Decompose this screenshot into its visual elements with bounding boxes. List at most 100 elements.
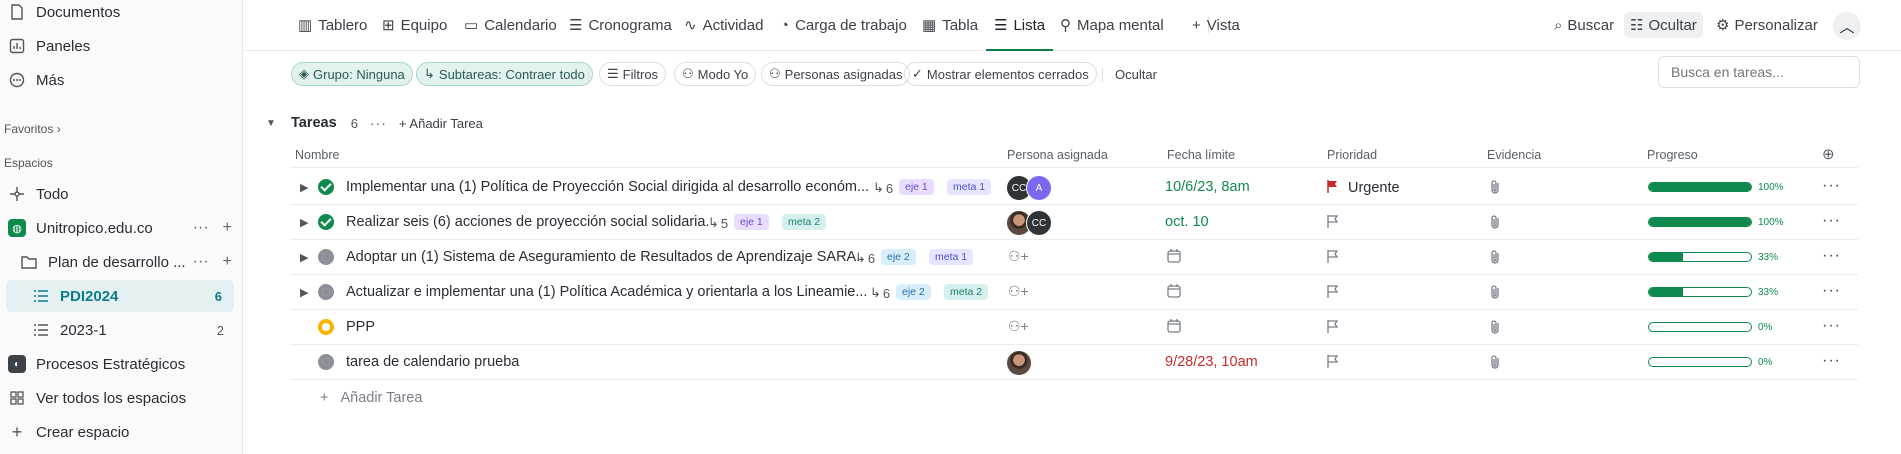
filters-button[interactable]: ☰ Filtros	[599, 62, 667, 86]
tab-table[interactable]: ▦ Tabla	[922, 0, 978, 50]
show-closed-button[interactable]: ✓ Mostrar elementos cerrados	[904, 62, 1097, 86]
tab-list[interactable]: ☰ Lista	[985, 0, 1054, 51]
row-more-icon[interactable]: ···	[1822, 352, 1841, 370]
collapse-header-button[interactable]: ︿	[1833, 12, 1861, 40]
sidebar-item-create-space[interactable]: + Crear espacio	[0, 416, 242, 448]
favorites-header[interactable]: Favoritos ›	[4, 122, 61, 136]
add-assignee-icon[interactable]: ⚇+	[1008, 318, 1029, 335]
sidebar-item-more[interactable]: Más	[0, 64, 242, 96]
subtask-count[interactable]: ↳ 6	[873, 180, 893, 196]
sidebar-item-pdi2024[interactable]: PDI2024 6	[6, 280, 234, 312]
task-name[interactable]: Realizar seis (6) acciones de proyección…	[346, 214, 709, 230]
sidebar-item-2023-1[interactable]: 2023-1 2	[0, 314, 236, 346]
subtask-count[interactable]: ↳ 6	[870, 285, 890, 301]
sidebar-item-folder[interactable]: Plan de desarrollo ... ··· +	[0, 246, 242, 278]
tag-badge[interactable]: meta 1	[947, 179, 992, 195]
subtasks-chip[interactable]: ↳ Subtareas: Contraer todo	[416, 62, 593, 86]
tag-badge[interactable]: eje 1	[734, 214, 769, 230]
row-more-icon[interactable]: ···	[1822, 282, 1841, 300]
tag-badge[interactable]: meta 2	[944, 284, 989, 300]
status-icon[interactable]	[318, 249, 334, 265]
tab-activity[interactable]: ∿ Actividad	[684, 0, 763, 50]
tag-badge[interactable]: eje 2	[881, 249, 916, 265]
table-row[interactable]: ▶ Realizar seis (6) acciones de proyecció…	[290, 205, 1858, 240]
sidebar-item-dashboards[interactable]: Paneles	[0, 30, 242, 62]
avatar[interactable]	[1006, 350, 1032, 376]
tag-badge[interactable]: meta 1	[929, 249, 974, 265]
tab-gantt[interactable]: ☰ Cronograma	[569, 0, 672, 50]
group-caret[interactable]: ▼	[266, 118, 276, 129]
col-header-assignee[interactable]: Persona asignada	[1007, 148, 1108, 162]
task-name[interactable]: Implementar una (1) Política de Proyecci…	[346, 179, 869, 195]
add-task-button[interactable]: + Añadir Tarea	[320, 390, 422, 406]
hide-filter-button[interactable]: Ocultar	[1108, 62, 1164, 86]
col-header-priority[interactable]: Prioridad	[1327, 148, 1377, 162]
expand-caret-icon[interactable]: ▶	[300, 251, 308, 264]
sidebar-item-view-all[interactable]: Ver todos los espacios	[0, 382, 242, 414]
add-column-icon[interactable]: ⊕	[1822, 145, 1835, 163]
due-date[interactable]: 9/28/23, 10am	[1165, 354, 1258, 370]
tag-badge[interactable]: meta 2	[782, 214, 827, 230]
more-dots-icon[interactable]: ···	[370, 115, 387, 131]
priority-flag-icon[interactable]	[1326, 214, 1340, 228]
more-dots-icon[interactable]: ···	[193, 219, 209, 237]
task-name[interactable]: tarea de calendario prueba	[346, 354, 519, 370]
col-header-progress[interactable]: Progreso	[1647, 148, 1698, 162]
table-row[interactable]: tarea de calendario prueba 9/28/23, 10am 0…	[290, 345, 1858, 380]
tag-badge[interactable]: eje 1	[899, 179, 934, 195]
assignees-button[interactable]: ⚇ Personas asignadas	[761, 62, 911, 86]
attachment-icon[interactable]	[1489, 354, 1503, 374]
status-icon[interactable]	[318, 179, 334, 195]
status-icon[interactable]	[318, 319, 334, 335]
customize-button[interactable]: ⚙ Personalizar	[1710, 12, 1824, 38]
avatar[interactable]: CC	[1026, 210, 1052, 236]
plus-icon[interactable]: +	[223, 253, 232, 271]
due-date[interactable]: oct. 10	[1165, 214, 1209, 230]
table-row[interactable]: PPP ⚇+ 0% ···	[290, 310, 1858, 345]
more-dots-icon[interactable]: ···	[193, 253, 209, 271]
calendar-add-icon[interactable]	[1166, 318, 1182, 338]
task-name[interactable]: PPP	[346, 319, 375, 335]
priority-flag-icon[interactable]	[1326, 249, 1340, 263]
sidebar-item-workspace[interactable]: ◍ Unitropico.edu.co ··· +	[0, 212, 242, 244]
me-mode-button[interactable]: ⚇ Modo Yo	[674, 62, 757, 86]
group-add-task-button[interactable]: + Añadir Tarea	[399, 116, 483, 131]
task-search-input[interactable]	[1658, 56, 1860, 88]
tab-workload[interactable]: ◔ Carga de trabajo	[780, 0, 907, 50]
subtask-count[interactable]: ↳ 6	[855, 250, 875, 266]
expand-caret-icon[interactable]: ▶	[300, 286, 308, 299]
group-chip[interactable]: ◈ Grupo: Ninguna	[291, 62, 413, 86]
priority-flag-icon[interactable]	[1326, 354, 1340, 368]
row-more-icon[interactable]: ···	[1822, 247, 1841, 265]
subtask-count[interactable]: ↳ 5	[708, 215, 728, 231]
col-header-due[interactable]: Fecha límite	[1167, 148, 1235, 162]
row-more-icon[interactable]: ···	[1822, 177, 1841, 195]
add-view-button[interactable]: + Vista	[1192, 0, 1240, 50]
table-row[interactable]: ▶ Adoptar un (1) Sistema de Aseguramiento…	[290, 240, 1858, 275]
status-icon[interactable]	[318, 214, 334, 230]
status-icon[interactable]	[318, 354, 334, 370]
attachment-icon[interactable]	[1489, 249, 1503, 269]
add-assignee-icon[interactable]: ⚇+	[1008, 283, 1029, 300]
task-name[interactable]: Adoptar un (1) Sistema de Aseguramiento …	[346, 249, 860, 265]
due-date[interactable]: 10/6/23, 8am	[1165, 179, 1250, 195]
tag-badge[interactable]: eje 2	[896, 284, 931, 300]
search-button[interactable]: ⌕ Buscar	[1548, 12, 1620, 38]
priority-flag-icon[interactable]	[1326, 319, 1340, 333]
col-header-name[interactable]: Nombre	[295, 148, 339, 162]
tab-mind-map[interactable]: ⚲ Mapa mental	[1060, 0, 1164, 50]
hide-button[interactable]: ☷ Ocultar	[1624, 12, 1703, 38]
calendar-add-icon[interactable]	[1166, 248, 1182, 268]
sidebar-item-documents[interactable]: Documentos	[0, 0, 242, 28]
avatar[interactable]: A	[1026, 175, 1052, 201]
priority-field[interactable]: Urgente	[1326, 179, 1400, 197]
tab-team[interactable]: ⊞ Equipo	[382, 0, 447, 50]
expand-caret-icon[interactable]: ▶	[300, 181, 308, 194]
add-assignee-icon[interactable]: ⚇+	[1008, 248, 1029, 265]
table-row[interactable]: ▶ Actualizar e implementar una (1) Políti…	[290, 275, 1858, 310]
status-icon[interactable]	[318, 284, 334, 300]
calendar-add-icon[interactable]	[1166, 283, 1182, 303]
attachment-icon[interactable]	[1489, 214, 1503, 234]
sidebar-item-all[interactable]: Todo	[0, 178, 242, 210]
plus-icon[interactable]: +	[223, 219, 232, 237]
